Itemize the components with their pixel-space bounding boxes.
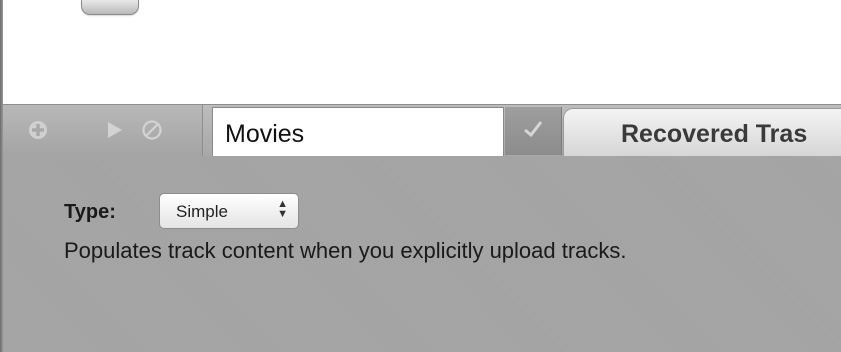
tab-recovered[interactable]: Recovered Tras — [563, 108, 841, 156]
toolbar-button-group — [3, 105, 203, 156]
type-select[interactable]: Simple ▲ ▼ — [159, 193, 299, 229]
type-select-value: Simple — [176, 202, 228, 221]
stop-circle-icon[interactable] — [141, 119, 163, 141]
checkmark-icon — [522, 119, 544, 144]
confirm-button[interactable] — [505, 107, 562, 155]
top-pane — [3, 0, 841, 104]
up-down-arrows-icon: ▲ ▼ — [277, 198, 288, 220]
play-icon[interactable] — [103, 119, 125, 141]
type-description: Populates track content when you explici… — [64, 238, 627, 263]
top-control[interactable] — [81, 0, 139, 15]
add-circle-icon[interactable] — [27, 119, 49, 141]
type-label: Type: — [64, 201, 116, 223]
playlist-name-input[interactable]: Movies — [212, 107, 504, 156]
